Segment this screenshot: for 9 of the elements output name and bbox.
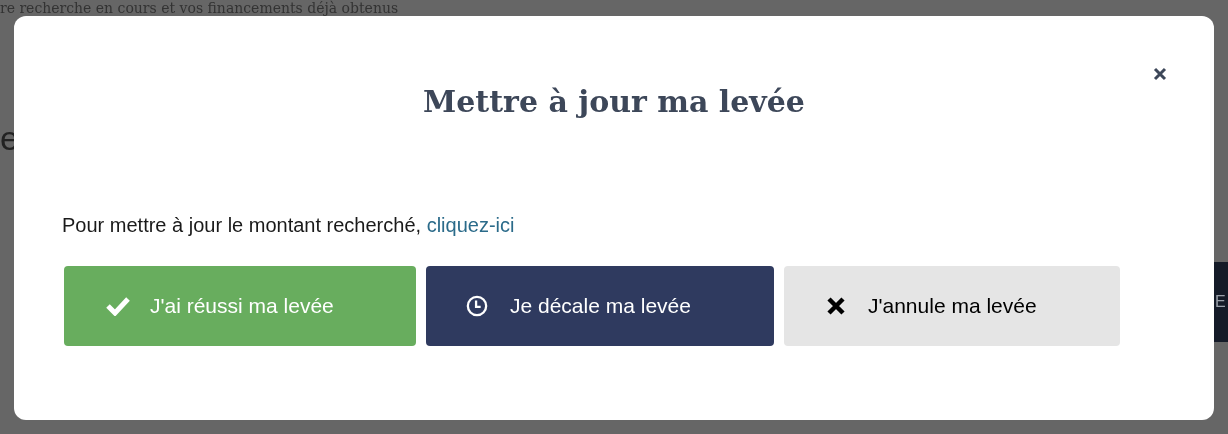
cliquez-ici-link[interactable]: cliquez-ici bbox=[426, 214, 515, 236]
message-text: Pour mettre à jour le montant recherché, bbox=[62, 214, 422, 236]
modal-title: Mettre à jour ma levée bbox=[423, 83, 805, 121]
cancel-button[interactable]: J'annule ma levée bbox=[784, 266, 1120, 346]
postpone-button[interactable]: Je décale ma levée bbox=[426, 266, 774, 346]
check-icon bbox=[106, 296, 130, 316]
close-icon bbox=[826, 296, 846, 316]
clock-icon bbox=[466, 295, 488, 317]
close-icon[interactable] bbox=[1152, 66, 1168, 82]
